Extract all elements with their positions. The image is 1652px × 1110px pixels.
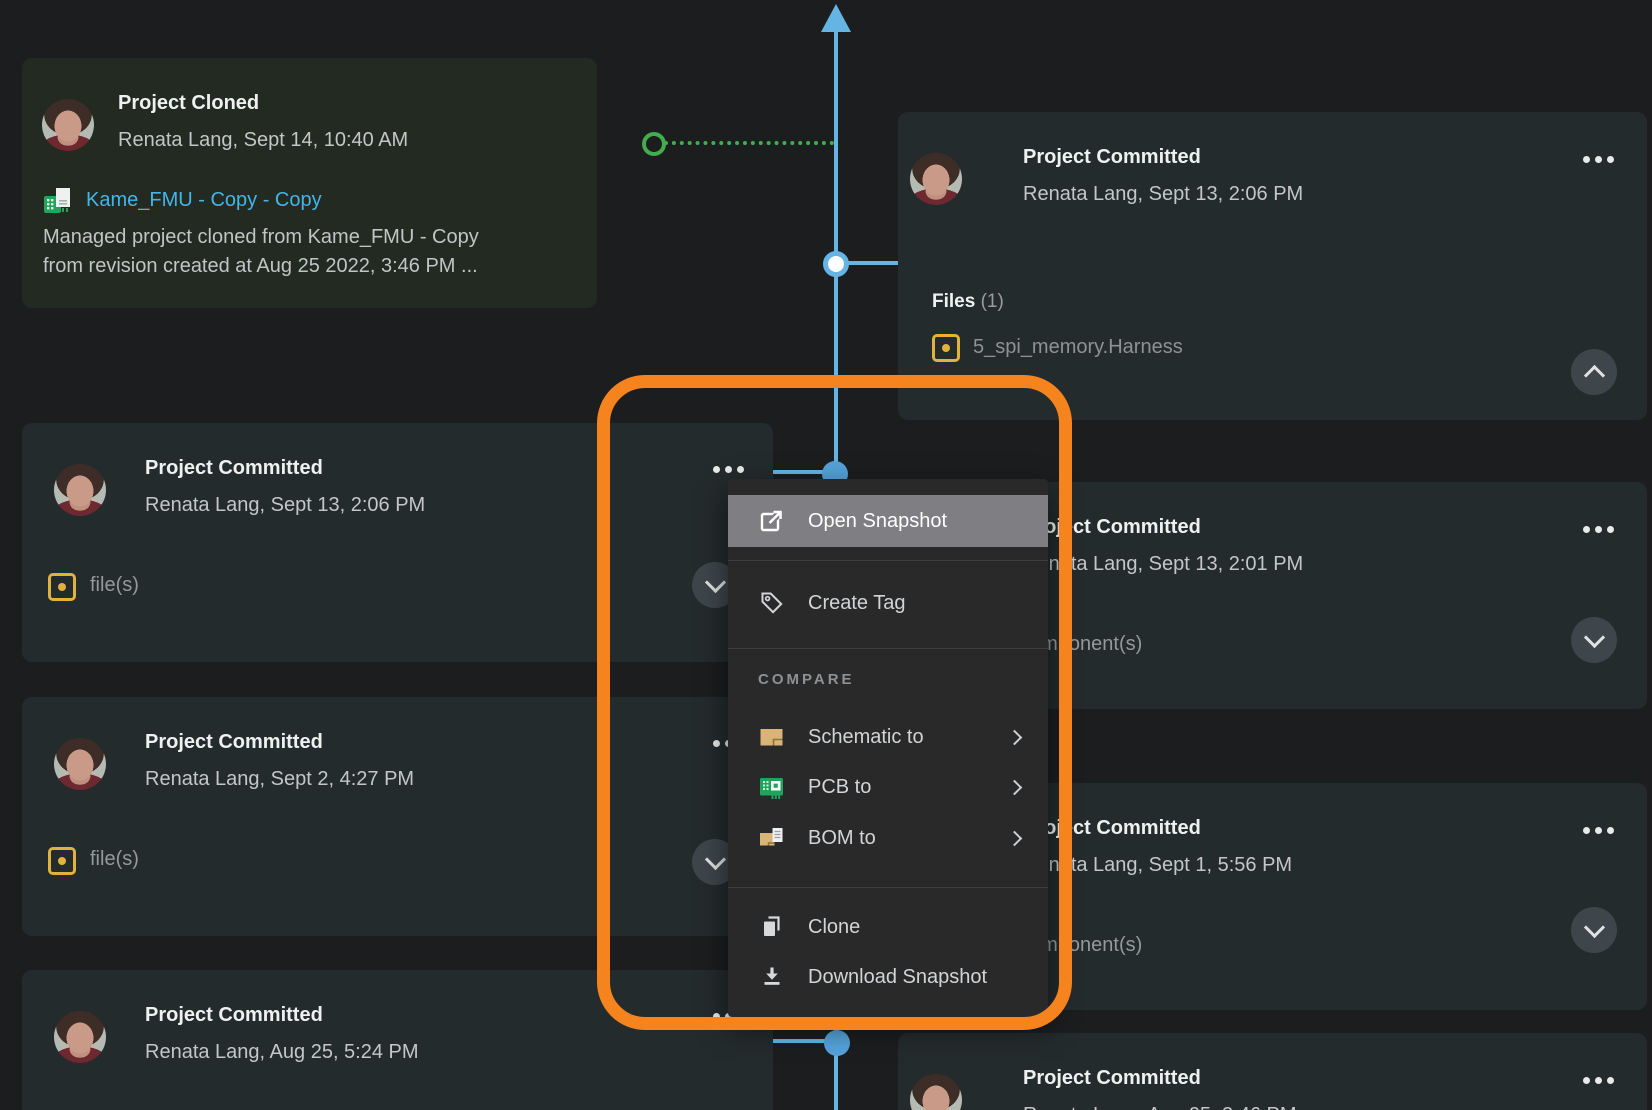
more-options-button[interactable]	[713, 465, 744, 473]
menu-label: BOM to	[808, 827, 876, 850]
clone-icon	[758, 914, 786, 940]
clone-description-line2: from revision created at Aug 25 2022, 3:…	[43, 252, 479, 281]
more-options-button[interactable]	[1583, 525, 1614, 533]
menu-item-create-tag[interactable]: Create Tag	[728, 577, 1048, 629]
chevron-down-icon	[1584, 917, 1605, 938]
avatar	[42, 99, 94, 151]
avatar	[910, 153, 962, 205]
card-meta: Renata Lang, Sept 2, 4:27 PM	[145, 768, 414, 791]
submenu-chevron-icon	[1007, 830, 1023, 846]
file-summary: file(s)	[90, 848, 139, 871]
more-options-button[interactable]	[1583, 1076, 1614, 1084]
bom-icon	[758, 825, 786, 851]
menu-divider	[728, 887, 1048, 888]
card-title: Project Committed	[1023, 516, 1201, 539]
files-count: (1)	[981, 291, 1004, 312]
card-meta: Renata Lang, Sept 14, 10:40 AM	[118, 129, 408, 152]
menu-item-clone[interactable]: Clone	[728, 901, 1048, 953]
card-title: Project Cloned	[118, 92, 259, 115]
card-title: Project Committed	[145, 731, 323, 754]
tag-icon	[758, 590, 786, 616]
menu-item-download-snapshot[interactable]: Download Snapshot	[728, 951, 1048, 1003]
menu-label: Open Snapshot	[808, 510, 947, 533]
chevron-down-icon	[705, 849, 726, 870]
card-title: Project Committed	[1023, 146, 1201, 169]
chevron-down-icon	[705, 572, 726, 593]
chevron-up-icon	[1584, 365, 1605, 386]
files-header: Files (1)	[932, 291, 1004, 313]
timeline-green-dotted-connector	[664, 141, 834, 145]
project-history-page: Project Cloned Renata Lang, Sept 14, 10:…	[0, 0, 1652, 1110]
menu-label: Download Snapshot	[808, 966, 987, 989]
card-title: Project Committed	[145, 457, 323, 480]
card-commit-aug25-524[interactable]: Project Committed Renata Lang, Aug 25, 5…	[22, 970, 773, 1110]
avatar	[54, 464, 106, 516]
card-meta: Renata Lang, Sept 13, 2:01 PM	[1023, 553, 1303, 576]
card-commit-sept13-206-right[interactable]: Project Committed Renata Lang, Sept 13, …	[898, 112, 1647, 420]
file-summary: file(s)	[90, 574, 139, 597]
card-commit-aug25-346[interactable]: Project Committed Renata Lang, Aug 25, 3…	[898, 1033, 1647, 1110]
open-in-new-icon	[758, 508, 786, 534]
card-title: Project Committed	[1023, 1067, 1201, 1090]
collapse-card-button[interactable]	[1571, 349, 1617, 395]
menu-item-open-snapshot[interactable]: Open Snapshot	[728, 495, 1048, 547]
card-meta: Renata Lang, Aug 25, 3:46 PM	[1023, 1104, 1297, 1110]
card-title: Project Committed	[145, 1004, 323, 1027]
file-name[interactable]: 5_spi_memory.Harness	[973, 336, 1183, 359]
harness-file-icon	[932, 334, 960, 362]
avatar	[54, 1011, 106, 1063]
avatar	[54, 738, 106, 790]
project-link[interactable]: Kame_FMU - Copy - Copy	[86, 189, 322, 212]
clone-description-line1: Managed project cloned from Kame_FMU - C…	[43, 223, 479, 252]
expand-card-button[interactable]	[1571, 617, 1617, 663]
menu-item-schematic-to[interactable]: Schematic to	[728, 711, 1048, 763]
pcb-icon	[758, 774, 786, 800]
snapshot-context-menu: Open Snapshot Create Tag COMPARE Schemat…	[728, 479, 1048, 1017]
more-options-button[interactable]	[1583, 826, 1614, 834]
avatar	[910, 1074, 962, 1110]
expand-card-button[interactable]	[1571, 907, 1617, 953]
menu-item-pcb-to[interactable]: PCB to	[728, 761, 1048, 813]
card-meta: Renata Lang, Aug 25, 5:24 PM	[145, 1041, 419, 1064]
menu-label: Clone	[808, 916, 860, 939]
chevron-down-icon	[1584, 627, 1605, 648]
file-summary-icon	[48, 847, 76, 875]
clone-description: Managed project cloned from Kame_FMU - C…	[43, 223, 479, 281]
timeline-node-1	[823, 251, 849, 277]
timeline-clone-node	[642, 132, 666, 156]
menu-item-bom-to[interactable]: BOM to	[728, 812, 1048, 864]
card-project-cloned[interactable]: Project Cloned Renata Lang, Sept 14, 10:…	[22, 58, 597, 308]
card-commit-sept2-427[interactable]: Project Committed Renata Lang, Sept 2, 4…	[22, 697, 773, 936]
file-summary-icon	[48, 573, 76, 601]
menu-label: Create Tag	[808, 592, 905, 615]
schematic-icon	[758, 724, 786, 750]
menu-divider	[728, 560, 1048, 561]
download-icon	[758, 964, 786, 990]
card-title: Project Committed	[1023, 817, 1201, 840]
timeline-node-3	[824, 1030, 850, 1056]
card-commit-sept13-206-left[interactable]: Project Committed Renata Lang, Sept 13, …	[22, 423, 773, 662]
menu-label: Schematic to	[808, 726, 924, 749]
card-meta: Renata Lang, Sept 13, 2:06 PM	[145, 494, 425, 517]
submenu-chevron-icon	[1007, 779, 1023, 795]
menu-label: PCB to	[808, 776, 871, 799]
project-pcb-file-icon	[43, 186, 73, 221]
menu-divider	[728, 648, 1048, 649]
card-meta: Renata Lang, Sept 1, 5:56 PM	[1023, 854, 1292, 877]
card-meta: Renata Lang, Sept 13, 2:06 PM	[1023, 183, 1303, 206]
files-label: Files	[932, 291, 975, 312]
menu-section-header: COMPARE	[758, 671, 855, 688]
more-options-button[interactable]	[1583, 155, 1614, 163]
submenu-chevron-icon	[1007, 729, 1023, 745]
